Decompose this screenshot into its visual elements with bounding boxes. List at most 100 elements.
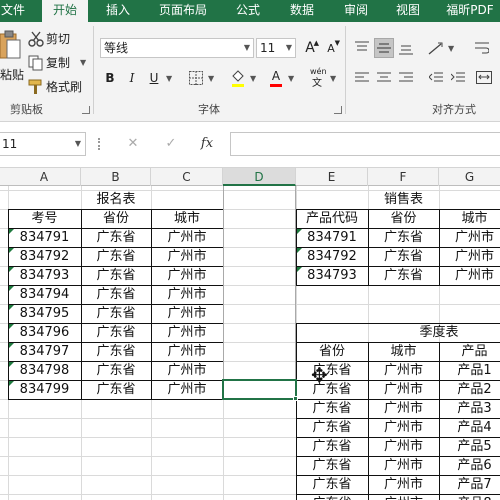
active-cell[interactable] <box>222 379 297 400</box>
province-cell[interactable]: 广东省 <box>81 342 151 361</box>
city-cell[interactable]: 广州市 <box>151 361 223 380</box>
font-color-dropdown-arrow[interactable]: ▼ <box>288 74 294 83</box>
exam-number-cell[interactable]: 834793 <box>8 266 81 285</box>
column-header-d[interactable]: D <box>223 168 296 186</box>
province-cell[interactable]: 广东省 <box>81 285 151 304</box>
bold-button[interactable]: B <box>100 68 120 88</box>
orientation-dropdown-arrow[interactable]: ▼ <box>448 44 454 53</box>
tab-review[interactable]: 审阅 <box>334 0 378 22</box>
wrap-text-button[interactable] <box>472 38 492 58</box>
product-cell[interactable]: 产品3 <box>439 399 500 418</box>
tab-page-layout[interactable]: 页面布局 <box>150 0 216 22</box>
align-center-button[interactable] <box>374 68 394 88</box>
product-cell[interactable]: 产品2 <box>439 380 500 399</box>
fill-color-button[interactable] <box>228 68 248 88</box>
exam-number-cell[interactable]: 834799 <box>8 380 81 399</box>
province-cell[interactable]: 广东省 <box>81 361 151 380</box>
province-cell[interactable]: 广东省 <box>296 456 368 475</box>
italic-button[interactable]: I <box>122 68 142 88</box>
exam-number-cell[interactable]: 834798 <box>8 361 81 380</box>
format-painter-button[interactable]: 格式刷 <box>28 78 88 96</box>
tab-formulas[interactable]: 公式 <box>226 0 270 22</box>
exam-number-cell[interactable]: 834797 <box>8 342 81 361</box>
phonetic-dropdown-arrow[interactable]: ▼ <box>330 74 336 83</box>
product-code-cell[interactable]: 834793 <box>296 266 368 285</box>
align-bottom-button[interactable] <box>396 38 416 58</box>
province-cell[interactable]: 广东省 <box>368 247 439 266</box>
province-cell[interactable]: 广东省 <box>296 475 368 494</box>
province-cell[interactable]: 广东省 <box>81 266 151 285</box>
city-cell[interactable]: 广州市 <box>151 342 223 361</box>
cancel-button[interactable]: ✕ <box>122 134 144 154</box>
copy-dropdown-arrow[interactable]: ▼ <box>80 58 86 67</box>
city-cell[interactable]: 广州市 <box>151 247 223 266</box>
city-cell[interactable]: 广州市 <box>151 285 223 304</box>
province-cell[interactable]: 广东省 <box>81 228 151 247</box>
column-header-b[interactable]: B <box>81 168 151 186</box>
exam-number-cell[interactable]: 834791 <box>8 228 81 247</box>
font-name-combo[interactable]: 等线 ▼ <box>100 38 254 58</box>
quarter-header-2[interactable]: 产品 <box>439 342 500 361</box>
underline-dropdown-arrow[interactable]: ▼ <box>166 74 172 83</box>
province-cell[interactable]: 广东省 <box>81 380 151 399</box>
column-header-g[interactable]: G <box>439 168 500 186</box>
copy-button[interactable]: 复制 ▼ <box>28 54 88 72</box>
registration-header-1[interactable]: 省份 <box>81 209 151 228</box>
underline-button[interactable]: U <box>144 68 164 88</box>
tab-home[interactable]: 开始 <box>42 0 88 22</box>
font-color-button[interactable]: A <box>266 68 286 88</box>
province-cell[interactable]: 广东省 <box>296 361 368 380</box>
product-cell[interactable]: 产品6 <box>439 456 500 475</box>
city-cell[interactable]: 广州市 <box>151 380 223 399</box>
fill-color-dropdown-arrow[interactable]: ▼ <box>250 74 256 83</box>
quarter-header-0[interactable]: 省份 <box>296 342 368 361</box>
column-header-e[interactable]: E <box>296 168 368 186</box>
column-header-f[interactable]: F <box>368 168 439 186</box>
sales-header-1[interactable]: 省份 <box>368 209 439 228</box>
tab-view[interactable]: 视图 <box>388 0 428 22</box>
city-cell[interactable]: 广州市 <box>368 475 439 494</box>
product-code-cell[interactable]: 834791 <box>296 228 368 247</box>
sales-table-title[interactable]: 销售表 <box>368 190 439 209</box>
city-cell[interactable]: 广州市 <box>151 228 223 247</box>
tab-foxit-pdf[interactable]: 福昕PDF <box>440 0 500 22</box>
name-box[interactable]: 11 ▼ <box>0 132 86 156</box>
align-right-button[interactable] <box>396 68 416 88</box>
city-cell[interactable]: 广州市 <box>151 266 223 285</box>
registration-header-2[interactable]: 城市 <box>151 209 223 228</box>
orientation-button[interactable] <box>426 38 446 58</box>
city-cell[interactable]: 广州市 <box>368 456 439 475</box>
city-cell[interactable]: 广州市 <box>368 399 439 418</box>
align-left-button[interactable] <box>352 68 372 88</box>
shrink-font-button[interactable]: A ▼ <box>321 38 341 58</box>
province-cell[interactable]: 广东省 <box>81 304 151 323</box>
province-cell[interactable]: 广东省 <box>296 380 368 399</box>
product-cell[interactable]: 产品4 <box>439 418 500 437</box>
province-cell[interactable]: 广东省 <box>368 266 439 285</box>
increase-indent-button[interactable] <box>448 68 468 88</box>
registration-table-title[interactable]: 报名表 <box>81 190 151 209</box>
worksheet-grid[interactable]: A B C D E F G 报名表 考号 省份 城市 834791 广东省 广州市 83479… <box>0 168 500 500</box>
borders-dropdown-arrow[interactable]: ▼ <box>208 74 214 83</box>
product-cell[interactable]: 产品1 <box>439 361 500 380</box>
city-cell[interactable]: 广州市 <box>151 323 223 342</box>
city-cell[interactable]: 广州市 <box>439 247 500 266</box>
tab-insert[interactable]: 插入 <box>96 0 140 22</box>
province-cell[interactable]: 广东省 <box>296 437 368 456</box>
quarter-table-title[interactable]: 季度表 <box>368 323 500 342</box>
city-cell[interactable]: 广州市 <box>368 418 439 437</box>
province-cell[interactable]: 广东省 <box>296 418 368 437</box>
merge-center-button[interactable] <box>474 68 494 88</box>
tab-file[interactable]: 文件 <box>0 0 26 22</box>
phonetic-guide-button[interactable]: wén 文 <box>306 66 332 92</box>
exam-number-cell[interactable]: 834795 <box>8 304 81 323</box>
province-cell[interactable]: 广东省 <box>296 399 368 418</box>
city-cell[interactable]: 广州市 <box>368 494 439 500</box>
font-size-combo[interactable]: 11 ▼ <box>256 38 296 58</box>
grow-font-button[interactable]: A ▲ <box>300 38 320 58</box>
insert-function-button[interactable]: fx <box>196 134 218 154</box>
city-cell[interactable]: 广州市 <box>439 228 500 247</box>
product-cell[interactable]: 产品5 <box>439 437 500 456</box>
product-cell[interactable]: 产品7 <box>439 475 500 494</box>
align-top-button[interactable] <box>352 38 372 58</box>
